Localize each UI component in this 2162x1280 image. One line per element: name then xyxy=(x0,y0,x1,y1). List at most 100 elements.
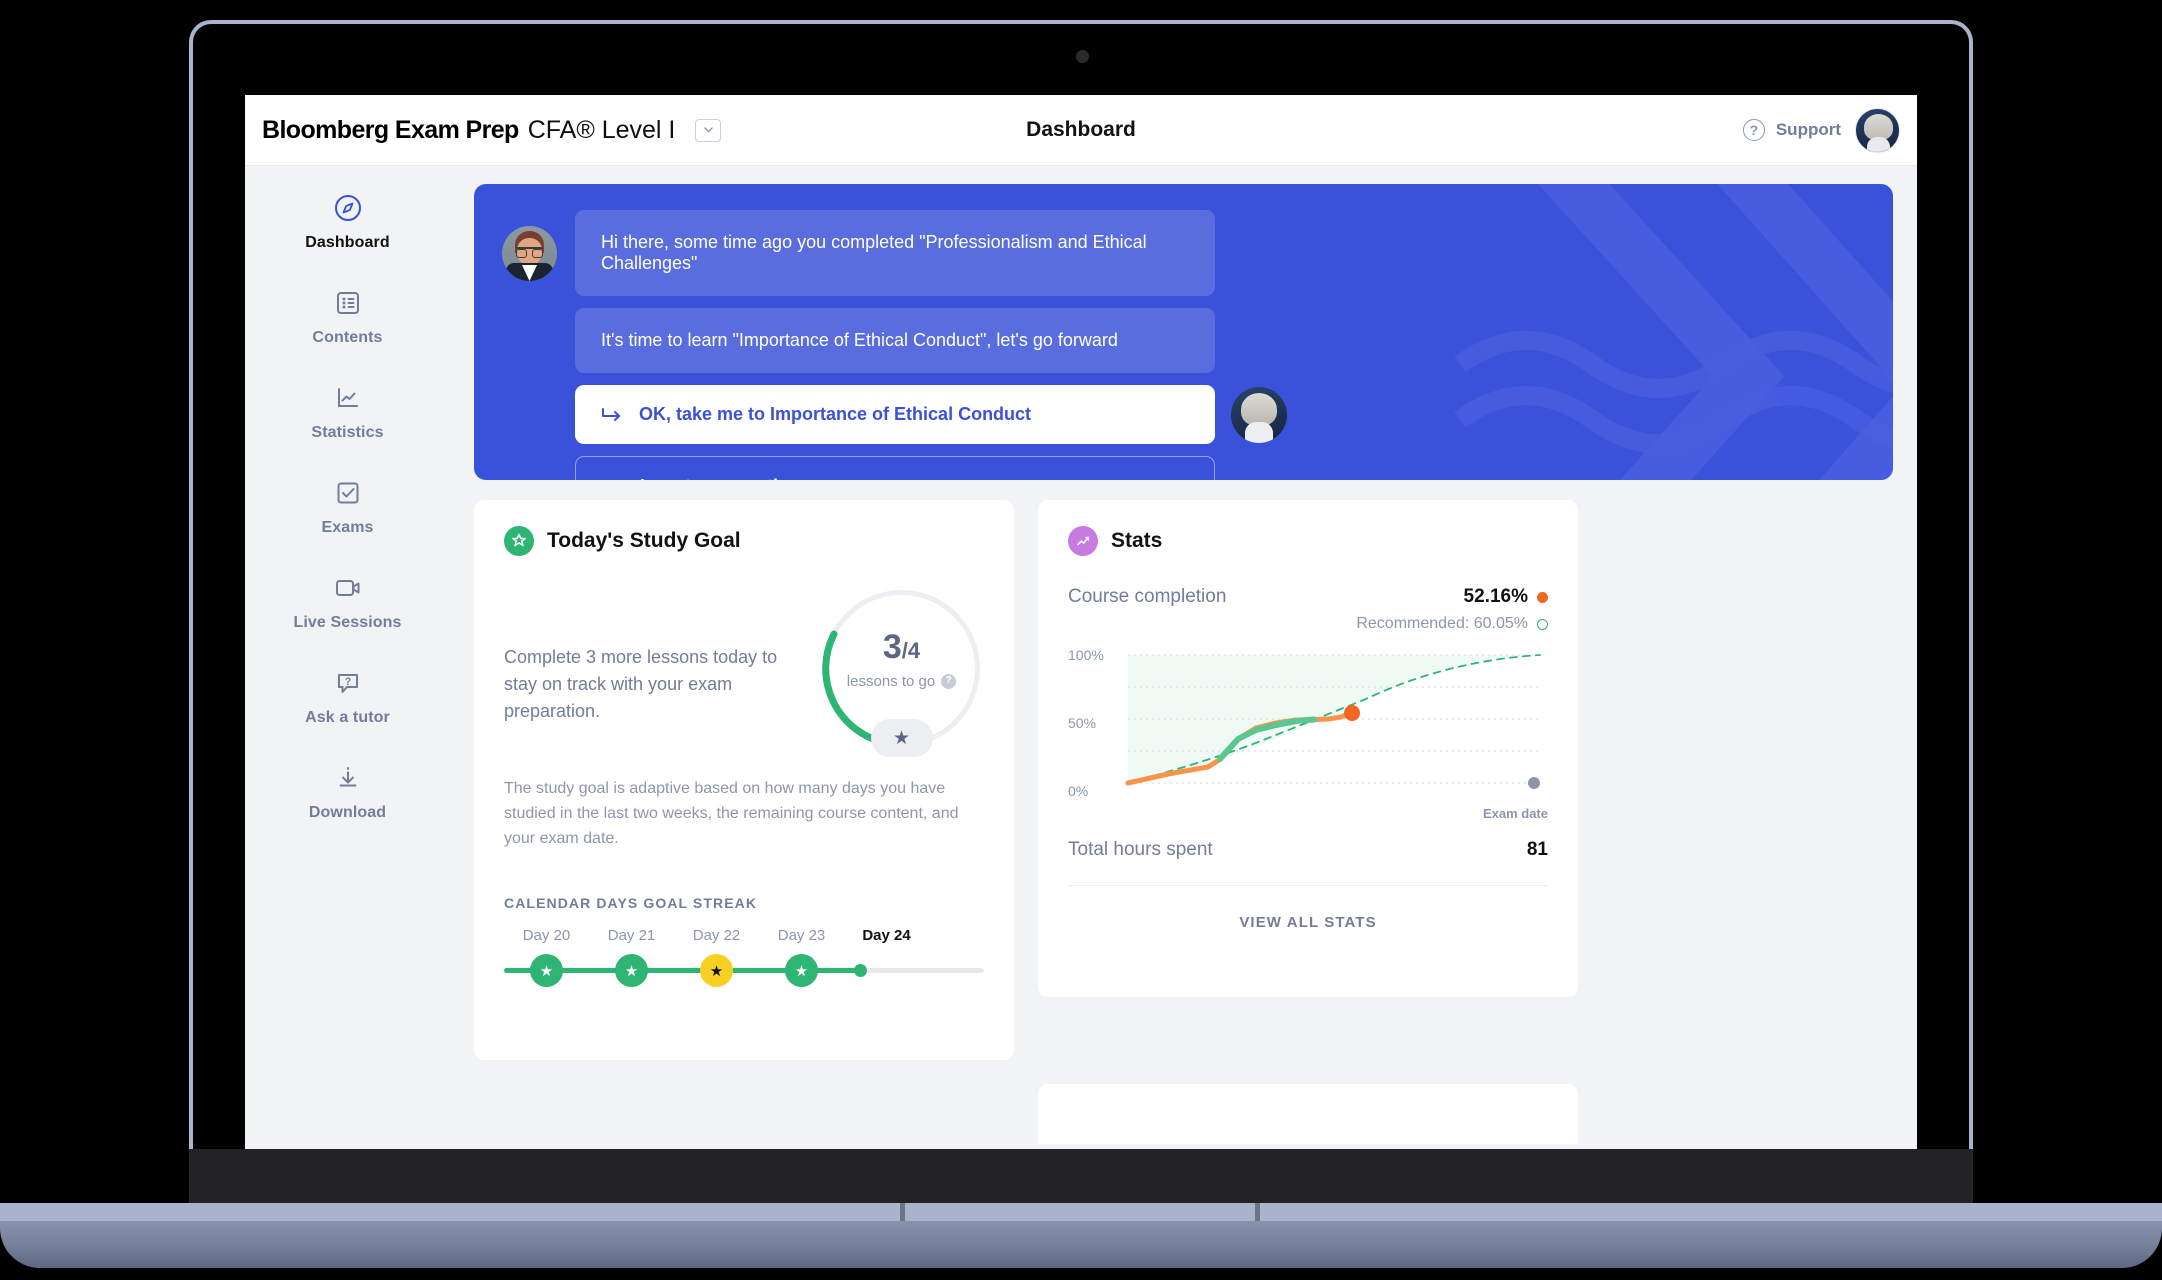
laptop-frame: Bloomberg Exam Prep CFA® Level I Dashboa… xyxy=(0,0,2162,1280)
chart-plot xyxy=(1125,654,1541,789)
hinge-notch-right xyxy=(1255,1203,1260,1223)
more-options-label: I want more options xyxy=(640,476,810,480)
sidebar-item-ask-a-tutor[interactable]: ? Ask a tutor xyxy=(245,668,450,727)
goal-star-badge: ★ xyxy=(870,719,933,757)
top-bar: Bloomberg Exam Prep CFA® Level I Dashboa… xyxy=(245,95,1917,166)
download-icon xyxy=(333,763,363,793)
recommended-legend-dot-icon xyxy=(1537,618,1548,630)
list-icon xyxy=(333,288,363,318)
lessons-denominator: /4 xyxy=(901,637,921,663)
compass-icon xyxy=(333,193,363,223)
arrow-return-icon xyxy=(602,407,620,421)
main-content: Hi there, some time ago you completed "P… xyxy=(450,166,1917,1149)
question-bubble-icon: ? xyxy=(333,668,363,698)
y-tick-100: 100% xyxy=(1068,647,1104,663)
message-list: Hi there, some time ago you completed "P… xyxy=(575,210,1871,480)
brand-logo[interactable]: Bloomberg Exam Prep CFA® Level I xyxy=(262,115,722,145)
star-icon xyxy=(504,526,534,556)
laptop-base xyxy=(0,1221,2162,1268)
cta-stack: OK, take me to Importance of Ethical Con… xyxy=(575,385,1215,480)
assistant-message: It's time to learn "Importance of Ethica… xyxy=(575,308,1215,373)
sidebar-item-download[interactable]: Download xyxy=(245,763,450,822)
actual-legend-dot-icon xyxy=(1537,591,1548,603)
exam-date-label: Exam date xyxy=(1482,806,1548,821)
sidebar-item-label: Download xyxy=(308,804,387,821)
brand-name-bold: Bloomberg Exam Prep xyxy=(262,115,519,144)
streak-day-label: Day 21 xyxy=(607,927,656,945)
streak-node[interactable]: ★ xyxy=(530,954,563,988)
cta-row: OK, take me to Importance of Ethical Con… xyxy=(575,385,1871,480)
y-tick-0: 0% xyxy=(1068,783,1089,799)
sidebar-item-label: Statistics xyxy=(311,424,384,441)
sidebar-item-statistics[interactable]: Statistics xyxy=(245,383,450,442)
sidebar-item-label: Dashboard xyxy=(305,234,390,251)
sidebar-item-label: Contents xyxy=(312,329,383,346)
chevron-down-icon xyxy=(704,127,713,133)
study-goal-body: Complete 3 more lessons today to stay on… xyxy=(504,586,984,757)
recommended-value-row: Recommended: 60.05% xyxy=(1356,615,1548,633)
hinge-notch-left xyxy=(900,1203,905,1223)
more-options-button[interactable]: I want more options xyxy=(575,456,1215,480)
course-completion-values: 52.16% Recommended: 60.05% xyxy=(1356,586,1548,633)
total-hours-label: Total hours spent xyxy=(1068,839,1213,860)
next-card-partial xyxy=(1038,1084,1578,1144)
go-to-lesson-label: OK, take me to Importance of Ethical Con… xyxy=(639,404,1032,424)
course-completion-value: 52.16% xyxy=(1463,586,1528,607)
lessons-fraction: 3/4 xyxy=(883,630,920,664)
streak-node[interactable]: ★ xyxy=(615,954,648,988)
streak-day-label: Day 22 xyxy=(692,927,741,945)
go-to-lesson-button[interactable]: OK, take me to Importance of Ethical Con… xyxy=(575,385,1215,444)
streak-endcap xyxy=(854,964,867,978)
assistant-banner: Hi there, some time ago you completed "P… xyxy=(474,184,1893,480)
assistant-message: Hi there, some time ago you completed "P… xyxy=(575,210,1215,296)
page-title: Dashboard xyxy=(1026,118,1136,141)
streak-node[interactable]: ★ xyxy=(785,954,818,988)
study-goal-header: Today's Study Goal xyxy=(504,526,984,556)
view-all-stats-button[interactable]: VIEW ALL STATS xyxy=(1038,886,1578,931)
brand-level: CFA® Level I xyxy=(527,115,676,144)
streak-node-highlight[interactable]: ★ xyxy=(700,954,733,988)
stats-card-body: Stats Course completion 52.16% Recommend… xyxy=(1038,500,1578,821)
study-goal-note: The study goal is adaptive based on how … xyxy=(504,780,959,847)
course-completion-row: Course completion 52.16% Recommended: 60… xyxy=(1068,586,1548,633)
laptop-bezel xyxy=(189,1149,1973,1206)
lessons-caption: lessons to go ? xyxy=(846,672,957,690)
lessons-progress-ring: 3/4 lessons to go ? ★ xyxy=(819,586,984,757)
total-hours-value: 81 xyxy=(1526,839,1548,860)
info-icon[interactable]: ? xyxy=(941,673,957,689)
support-label: Support xyxy=(1775,120,1841,139)
cards-row: Today's Study Goal Complete 3 more lesso… xyxy=(474,500,1893,1060)
y-tick-50: 50% xyxy=(1068,715,1097,731)
sidebar-item-contents[interactable]: Contents xyxy=(245,288,450,347)
streak-track: ★ ★ ★ ★ xyxy=(504,950,984,990)
banner-content: Hi there, some time ago you completed "P… xyxy=(474,210,1893,480)
streak-day-labels: Day 20 Day 21 Day 22 Day 23 Day 24 xyxy=(504,927,984,944)
support-button[interactable]: ? Support xyxy=(1742,119,1841,141)
course-completion-label: Course completion xyxy=(1068,586,1227,607)
stats-header: Stats xyxy=(1068,526,1548,556)
sidebar-item-label: Live Sessions xyxy=(293,614,402,631)
sidebar-item-dashboard[interactable]: Dashboard xyxy=(245,193,450,252)
sidebar-item-exams[interactable]: Exams xyxy=(245,478,450,537)
sidebar-item-label: Ask a tutor xyxy=(305,709,390,726)
line-chart-icon xyxy=(1068,526,1098,556)
sidebar-item-live-sessions[interactable]: Live Sessions xyxy=(245,573,450,632)
streak-day-label: Day 24 xyxy=(862,927,911,945)
streak-day-label: Day 23 xyxy=(777,927,826,945)
level-selector-dropdown[interactable] xyxy=(695,118,722,142)
streak-widget: Day 20 Day 21 Day 22 Day 23 Day 24 ★ ★ ★… xyxy=(504,927,984,990)
application-screen: Bloomberg Exam Prep CFA® Level I Dashboa… xyxy=(245,95,1917,1149)
body-layout: Dashboard Contents Statistics Exams Live… xyxy=(245,166,1917,1149)
stats-title: Stats xyxy=(1111,529,1163,552)
study-goal-title: Today's Study Goal xyxy=(547,529,741,552)
total-hours-row: Total hours spent 81 xyxy=(1068,839,1548,886)
recommended-value: Recommended: 60.05% xyxy=(1356,615,1528,632)
bot-avatar xyxy=(502,226,557,281)
webcam-icon xyxy=(1076,50,1089,63)
lessons-caption-text: lessons to go xyxy=(846,672,936,690)
avatar[interactable] xyxy=(1855,107,1900,153)
streak-day-label: Day 20 xyxy=(522,927,571,945)
sidebar: Dashboard Contents Statistics Exams Live… xyxy=(245,166,450,1149)
study-goal-description: Complete 3 more lessons today to stay on… xyxy=(504,647,778,721)
laptop-hinge xyxy=(0,1203,2162,1223)
